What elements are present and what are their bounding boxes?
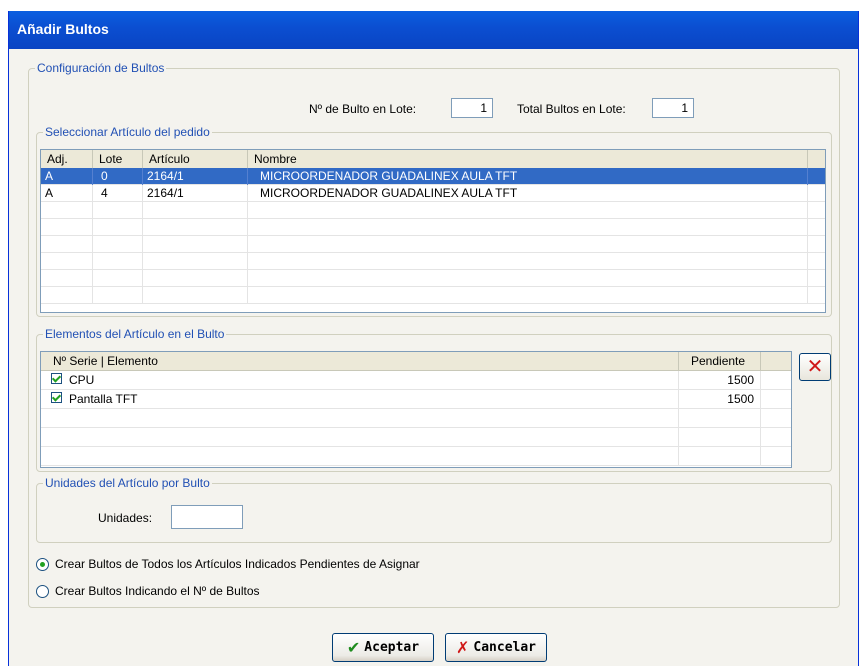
cancel-button[interactable]: ✗ Cancelar	[445, 633, 547, 662]
unidades-group: Unidades del Artículo por Bulto	[36, 476, 832, 543]
empty-row	[41, 219, 825, 236]
title-bar[interactable]: Añadir Bultos	[9, 11, 858, 49]
col-elemento[interactable]: Nº Serie | Elemento	[41, 352, 679, 370]
checkbox-pantalla-tft[interactable]	[51, 392, 62, 403]
col-articulo[interactable]: Artículo	[143, 150, 248, 168]
bulto-input[interactable]: 1	[451, 98, 493, 118]
col-pendiente[interactable]: Pendiente	[679, 352, 761, 370]
radio-indicando-bultos[interactable]	[36, 585, 49, 598]
empty-row	[41, 428, 791, 447]
bulto-label: Nº de Bulto en Lote:	[309, 102, 417, 116]
accept-button[interactable]: ✔ Aceptar	[332, 633, 434, 662]
checkbox-cpu[interactable]	[51, 373, 62, 384]
cell-lote: 0	[93, 168, 143, 185]
cell-adj: A	[41, 185, 93, 202]
cell-pendiente: 1500	[679, 390, 761, 409]
elementos-table-header: Nº Serie | Elemento Pendiente	[41, 352, 791, 371]
unidades-input[interactable]	[171, 505, 243, 529]
table-row[interactable]: Pantalla TFT 1500	[41, 390, 791, 409]
cell-adj: A	[41, 168, 93, 185]
elemento-label: CPU	[69, 373, 95, 387]
articulos-legend: Seleccionar Artículo del pedido	[45, 125, 210, 139]
config-legend: Configuración de Bultos	[37, 61, 165, 75]
dialog-content: Configuración de Bultos Nº de Bulto en L…	[9, 49, 858, 666]
accept-label: Aceptar	[364, 640, 420, 655]
table-row[interactable]: A 4 2164/1 MICROORDENADOR GUADALINEX AUL…	[41, 185, 825, 202]
total-bultos-label: Total Bultos en Lote:	[517, 102, 626, 116]
cell-elemento: CPU	[41, 371, 679, 390]
cell-nombre: MICROORDENADOR GUADALINEX AULA TFT	[248, 168, 808, 185]
elementos-table[interactable]: Nº Serie | Elemento Pendiente CPU 1500 P…	[40, 351, 792, 468]
cell-articulo: 2164/1	[143, 168, 248, 185]
dialog-window: Añadir Bultos Configuración de Bultos Nº…	[8, 11, 859, 666]
unidades-legend: Unidades del Artículo por Bulto	[45, 476, 210, 490]
window-title: Añadir Bultos	[17, 21, 109, 37]
elemento-label: Pantalla TFT	[69, 392, 138, 406]
cell-lote: 4	[93, 185, 143, 202]
cell-nombre: MICROORDENADOR GUADALINEX AULA TFT	[248, 185, 808, 202]
cell-pendiente: 1500	[679, 371, 761, 390]
col-lote[interactable]: Lote	[93, 150, 143, 168]
cell-articulo: 2164/1	[143, 185, 248, 202]
radio-indicando-bultos-label[interactable]: Crear Bultos Indicando el Nº de Bultos	[55, 584, 260, 598]
cell-elemento: Pantalla TFT	[41, 390, 679, 409]
cancel-label: Cancelar	[473, 640, 537, 655]
empty-row	[41, 409, 791, 428]
total-bultos-input[interactable]: 1	[652, 98, 694, 118]
empty-row	[41, 287, 825, 304]
radio-todos-articulos[interactable]	[36, 558, 49, 571]
radio-todos-articulos-label[interactable]: Crear Bultos de Todos los Artículos Indi…	[55, 557, 420, 571]
col-nombre[interactable]: Nombre	[248, 150, 808, 168]
empty-row	[41, 447, 791, 466]
unidades-label: Unidades:	[98, 511, 153, 525]
delete-button[interactable]: ✕	[799, 353, 831, 381]
elementos-legend: Elementos del Artículo en el Bulto	[45, 327, 225, 341]
articulos-table-header: Adj. Lote Artículo Nombre	[41, 150, 825, 169]
articulos-table[interactable]: Adj. Lote Artículo Nombre A 0 2164/1 MIC…	[40, 149, 826, 313]
checkmark-icon: ✔	[346, 638, 361, 657]
table-row[interactable]: A 0 2164/1 MICROORDENADOR GUADALINEX AUL…	[41, 168, 825, 185]
table-row[interactable]: CPU 1500	[41, 371, 791, 390]
col-adj[interactable]: Adj.	[41, 150, 93, 168]
empty-row	[41, 253, 825, 270]
empty-row	[41, 202, 825, 219]
empty-row	[41, 236, 825, 253]
cancel-icon: ✗	[455, 638, 470, 657]
close-icon: ✕	[806, 354, 824, 378]
empty-row	[41, 270, 825, 287]
